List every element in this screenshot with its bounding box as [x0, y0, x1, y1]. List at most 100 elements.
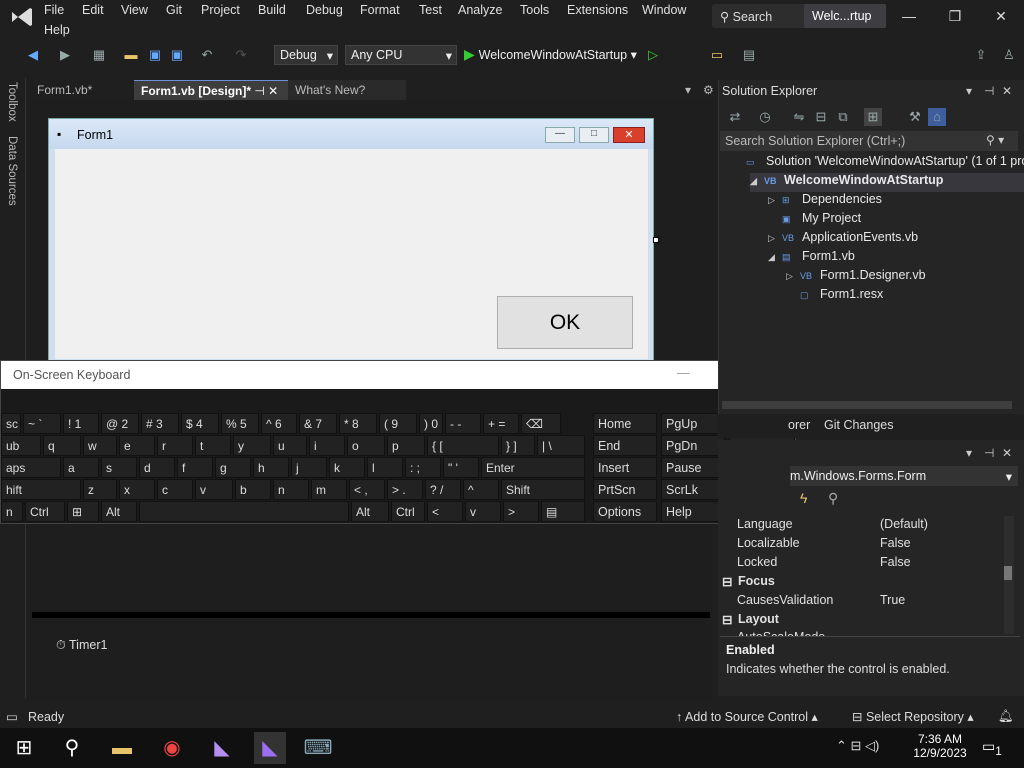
person-icon[interactable]: ♙ — [1000, 46, 1018, 64]
property-row[interactable]: Localizable False — [722, 534, 1000, 553]
close-tab-icon[interactable]: ✕ — [268, 84, 278, 98]
osk-key[interactable]: ~ ` — [23, 413, 61, 434]
history-icon[interactable]: ◷ — [756, 108, 774, 126]
property-pages-wrench-icon[interactable]: ⚲ — [828, 490, 838, 507]
property-value[interactable]: False — [880, 555, 911, 569]
menu-extensions[interactable]: Extensions — [567, 3, 628, 19]
osk-key[interactable]: ) 0 — [419, 413, 443, 434]
open-folder-icon[interactable]: ▬ — [122, 46, 140, 64]
bell-icon[interactable]: 🔔︎ — [998, 709, 1014, 724]
layout-icon[interactable]: ▤ — [740, 46, 758, 64]
menu-edit[interactable]: Edit — [82, 3, 104, 19]
collapse-icon[interactable]: ⊟ — [722, 612, 732, 627]
osk-key[interactable]: ! 1 — [63, 413, 99, 434]
tree-expander-icon[interactable]: ◢ — [768, 252, 782, 263]
osk-key[interactable]: : ; — [405, 457, 441, 478]
chrome-icon[interactable]: ◉ — [156, 732, 188, 764]
osk-key[interactable]: < — [427, 501, 463, 522]
osk-app-icon[interactable]: ⌨ — [302, 732, 334, 764]
view-switch-icon[interactable]: ⊞ — [864, 108, 882, 126]
collapse-all-icon[interactable]: ⊟ — [812, 108, 830, 126]
osk-key[interactable]: Alt — [351, 501, 389, 522]
menu-git[interactable]: Git — [166, 3, 182, 19]
panel-menu-icon[interactable]: ▾ — [966, 84, 972, 98]
panel-menu-icon[interactable]: ▾ — [966, 446, 972, 460]
toolbox-tab[interactable]: Toolbox — [6, 82, 18, 122]
sync-icon[interactable]: ⇄ — [726, 108, 744, 126]
osk-key[interactable]: { [ — [427, 435, 499, 456]
tab-whats-new[interactable]: What's New? — [288, 80, 406, 100]
wrench-icon[interactable]: ⚒ — [906, 108, 924, 126]
osk-key[interactable]: Alt — [101, 501, 137, 522]
osk-key[interactable]: i — [309, 435, 345, 456]
property-value[interactable]: (Default) — [880, 517, 928, 531]
osk-side-key[interactable]: PgUp — [661, 413, 725, 434]
start-without-debugging-icon[interactable]: ▷ — [644, 46, 662, 64]
osk-key[interactable]: ▤ — [541, 501, 585, 522]
tree-item[interactable]: ◢ VB WelcomeWindowAtStartup — [750, 173, 1024, 192]
save-all-icon[interactable]: ▣ — [168, 46, 186, 64]
osk-key[interactable]: % 5 — [221, 413, 259, 434]
back-icon[interactable]: ◀ — [24, 46, 42, 64]
object-selector-dropdown[interactable]: m.Windows.Forms.Form ▾ — [790, 466, 1018, 486]
search-box[interactable]: ⚲ Search — [712, 4, 810, 28]
tree-item[interactable]: ▭ Solution 'WelcomeWindowAtStartup' (1 of… — [732, 154, 1024, 173]
menu-project[interactable]: Project — [201, 3, 240, 19]
redo-icon[interactable]: ↷ — [232, 46, 250, 64]
ok-button[interactable]: OK — [497, 296, 633, 349]
category-layout[interactable]: ⊟ Layout — [722, 610, 1000, 629]
osk-key[interactable]: ⌫ — [521, 413, 561, 434]
osk-side-key[interactable]: PrtScn — [593, 479, 657, 500]
collapse-icon[interactable]: ⊟ — [722, 574, 732, 589]
platform-dropdown[interactable]: Any CPU ▾ — [345, 45, 457, 65]
property-row[interactable]: Locked False — [722, 553, 1000, 572]
osk-key[interactable]: < , — [349, 479, 385, 500]
tree-item[interactable]: ◢ ▤ Form1.vb — [768, 249, 855, 268]
osk-key[interactable]: z — [83, 479, 117, 500]
start-debugging-button[interactable]: ▶ WelcomeWindowAtStartup ▾ — [464, 46, 637, 63]
share-icon[interactable]: ⇪ — [972, 46, 990, 64]
folder-icon[interactable]: ▭ — [708, 46, 726, 64]
menu-file[interactable]: File — [44, 3, 64, 19]
osk-key[interactable]: l — [367, 457, 403, 478]
osk-key[interactable]: e — [119, 435, 155, 456]
osk-key[interactable]: - - — [445, 413, 481, 434]
menu-test[interactable]: Test — [419, 3, 442, 19]
osk-key[interactable]: n — [1, 501, 23, 522]
osk-key[interactable]: k — [329, 457, 365, 478]
osk-key[interactable]: s — [101, 457, 137, 478]
osk-key[interactable]: Shift — [501, 479, 585, 500]
forward-icon[interactable]: ▶ — [56, 46, 74, 64]
pin-icon[interactable]: ⊣ — [984, 446, 994, 460]
gear-icon[interactable]: ⚙ — [696, 80, 714, 100]
close-icon[interactable]: ✕ — [986, 4, 1016, 28]
menu-help[interactable]: Help — [44, 23, 70, 39]
osk-key[interactable]: p — [387, 435, 425, 456]
select-repository-button[interactable]: ⊟ Select Repository ▴ — [852, 709, 974, 724]
osk-key[interactable]: r — [157, 435, 193, 456]
menu-debug[interactable]: Debug — [306, 3, 343, 19]
osk-key[interactable]: + = — [483, 413, 519, 434]
windows-start-icon[interactable]: ⊞ — [8, 732, 40, 764]
property-value[interactable]: False — [880, 536, 911, 550]
tree-expander-icon[interactable]: ▷ — [786, 271, 800, 282]
osk-key[interactable]: f — [177, 457, 213, 478]
osk-side-key[interactable]: Pause — [661, 457, 725, 478]
osk-key[interactable]: ^ — [463, 479, 499, 500]
osk-key[interactable]: t — [195, 435, 231, 456]
file-explorer-icon[interactable]: ▬ — [106, 732, 138, 764]
tab-solution-explorer[interactable]: orer — [788, 418, 810, 432]
show-all-files-icon[interactable]: ⧉ — [834, 108, 852, 126]
tray-icons[interactable]: ⌃ ⊟ ◁) — [836, 738, 879, 754]
osk-side-key[interactable]: Options — [593, 501, 657, 522]
tree-expander-icon[interactable]: ◢ — [750, 176, 764, 187]
close-panel-icon[interactable]: ✕ — [1002, 84, 1012, 98]
tree-expander-icon[interactable]: ▷ — [768, 233, 782, 244]
maximize-icon[interactable]: ❐ — [940, 4, 970, 28]
osk-key[interactable]: > — [503, 501, 539, 522]
resize-handle[interactable] — [653, 237, 659, 243]
undo-icon[interactable]: ↶ — [198, 46, 216, 64]
osk-key[interactable]: x — [119, 479, 155, 500]
clock[interactable]: 7:36 AM 12/9/2023 — [912, 732, 968, 760]
osk-key[interactable]: ⊞ — [67, 501, 99, 522]
